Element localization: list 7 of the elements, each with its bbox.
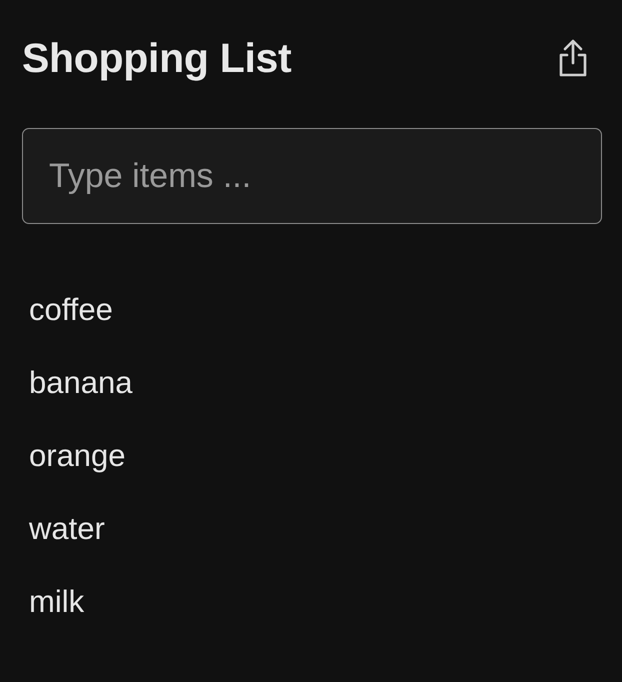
input-field[interactable]: Type items ... bbox=[22, 128, 602, 224]
page-title: Shopping List bbox=[22, 34, 292, 82]
list-item[interactable]: milk bbox=[29, 584, 602, 619]
list-item[interactable]: banana bbox=[29, 365, 602, 400]
list-item[interactable]: coffee bbox=[29, 292, 602, 327]
list-item[interactable]: orange bbox=[29, 438, 602, 473]
list-item[interactable]: water bbox=[29, 511, 602, 546]
